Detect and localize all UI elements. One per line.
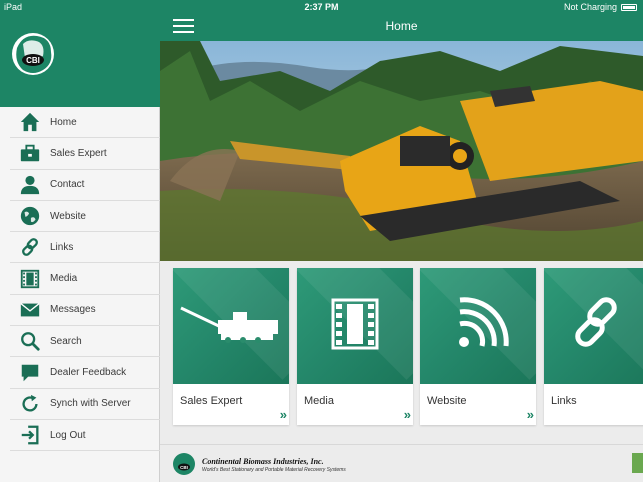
sidebar-item-label: Search — [50, 335, 82, 347]
home-icon — [18, 110, 42, 134]
chevron-right-icon: » — [279, 407, 287, 422]
sidebar-header: CBI — [0, 0, 160, 107]
film-icon — [331, 298, 379, 350]
sidebar-item-dealer-feedback[interactable]: Dealer Feedback — [10, 357, 160, 389]
hero-image — [160, 41, 643, 261]
battery-icon — [621, 3, 637, 11]
globe-icon — [18, 204, 42, 228]
charging-label: Not Charging — [563, 2, 617, 12]
page-title: Home — [385, 19, 418, 33]
sidebar-item-logout[interactable]: Log Out — [10, 420, 160, 452]
cbi-logo: CBI — [12, 33, 54, 75]
search-icon — [18, 329, 42, 353]
tile-grid: Sales Expert » Media » Website » Links — [160, 261, 643, 444]
grinder-photo — [160, 41, 643, 261]
cbi-footer-logo: CBI — [173, 453, 195, 475]
speech-bubble-icon — [18, 361, 42, 385]
status-time: 2:37 PM — [304, 2, 339, 12]
sidebar-item-search[interactable]: Search — [10, 326, 160, 358]
sidebar-item-label: Links — [50, 241, 74, 253]
footer-side-button[interactable] — [632, 453, 643, 473]
sidebar-item-links[interactable]: Links — [10, 232, 160, 264]
status-bar: iPad 2:37 PM Not Charging — [0, 0, 643, 14]
company-tagline: World's Best Stationary and Portable Mat… — [202, 467, 346, 473]
sidebar-item-label: Media — [50, 273, 78, 285]
sidebar-item-label: Dealer Feedback — [50, 367, 127, 379]
sidebar-item-label: Contact — [50, 179, 85, 191]
logo-text: CBI — [26, 56, 40, 65]
tile-links[interactable]: Links — [544, 268, 643, 425]
chevron-right-icon: » — [403, 407, 411, 422]
sidebar-item-label: Log Out — [50, 429, 86, 441]
sidebar-menu: Home Sales Expert Contact Website Links — [0, 107, 160, 452]
sidebar-item-sales-expert[interactable]: Sales Expert — [10, 138, 160, 170]
machine-icon — [180, 306, 278, 343]
sidebar-item-label: Synch with Server — [50, 398, 131, 410]
company-name: Continental Biomass Industries, Inc. — [202, 457, 324, 466]
sidebar-item-label: Home — [50, 116, 77, 128]
sidebar-item-home[interactable]: Home — [10, 107, 160, 139]
refresh-icon — [18, 392, 42, 416]
footer-banner: CBI Continental Biomass Industries, Inc.… — [160, 444, 643, 482]
tile-sales-expert[interactable]: Sales Expert » — [173, 268, 289, 425]
film-icon — [18, 267, 42, 291]
chevron-right-icon: » — [526, 407, 534, 422]
envelope-icon — [18, 298, 42, 322]
briefcase-icon — [18, 141, 42, 165]
sidebar-item-messages[interactable]: Messages — [10, 295, 160, 327]
sidebar: CBI Home Sales Expert Contact Website Li… — [0, 0, 160, 482]
sidebar-item-label: Sales Expert — [50, 147, 107, 159]
person-icon — [18, 173, 42, 197]
link-icon — [18, 235, 42, 259]
link-icon — [575, 297, 617, 347]
sidebar-item-label: Website — [50, 210, 86, 222]
battery-status: Not Charging — [564, 2, 637, 12]
logout-icon — [18, 423, 42, 447]
sidebar-item-label: Messages — [50, 304, 96, 316]
tile-label: Links — [551, 395, 577, 407]
sidebar-item-contact[interactable]: Contact — [10, 170, 160, 201]
sidebar-item-website[interactable]: Website — [10, 201, 160, 233]
sidebar-item-media[interactable]: Media — [10, 263, 160, 295]
sidebar-item-synch[interactable]: Synch with Server — [10, 389, 160, 420]
tile-label: Website — [427, 395, 467, 407]
tile-media[interactable]: Media » — [297, 268, 413, 425]
wifi-icon — [459, 297, 509, 347]
tile-label: Media — [304, 395, 334, 407]
footer-logo-text: CBI — [180, 465, 188, 470]
tile-website[interactable]: Website » — [420, 268, 536, 425]
tile-label: Sales Expert — [180, 395, 243, 407]
